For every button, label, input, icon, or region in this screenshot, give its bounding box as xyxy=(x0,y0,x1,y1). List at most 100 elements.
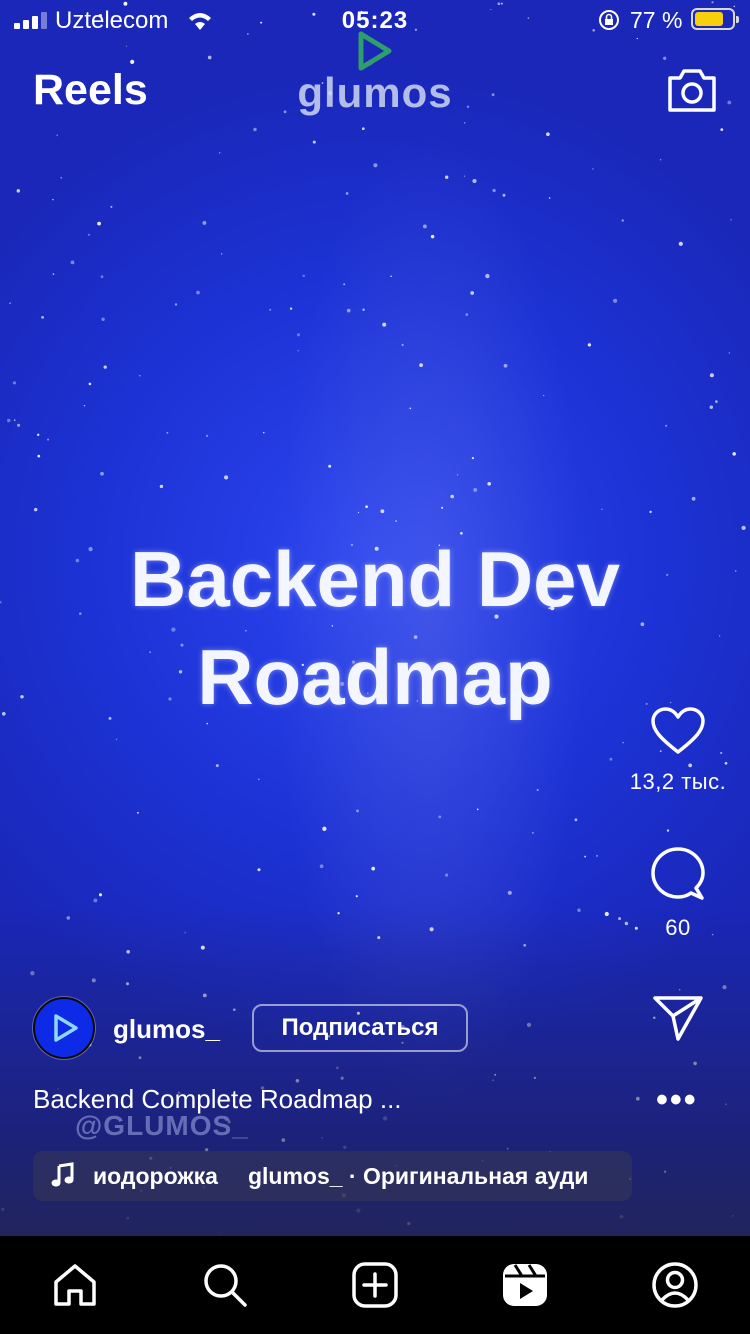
audio-track-left: иодорожка xyxy=(93,1163,218,1189)
star xyxy=(709,405,714,409)
star xyxy=(722,985,727,990)
search-icon[interactable] xyxy=(200,1260,250,1310)
star xyxy=(732,452,736,456)
star xyxy=(438,815,442,819)
star xyxy=(693,1061,697,1066)
like-button[interactable]: 13,2 тыс. xyxy=(608,706,748,795)
star xyxy=(492,188,496,193)
username[interactable]: glumos_ xyxy=(113,1014,220,1045)
star xyxy=(166,431,169,434)
star xyxy=(619,1214,624,1219)
star xyxy=(395,520,397,522)
star xyxy=(88,382,92,386)
star xyxy=(502,193,506,197)
star xyxy=(621,219,624,222)
page-title: Reels xyxy=(33,66,148,114)
star xyxy=(678,241,683,246)
camera-icon[interactable] xyxy=(666,66,718,114)
star xyxy=(52,198,54,201)
more-icon[interactable]: ••• xyxy=(656,1083,698,1117)
star xyxy=(731,1214,734,1217)
star xyxy=(445,873,449,877)
headline-line-1: Backend Dev xyxy=(130,535,620,623)
star xyxy=(465,313,469,316)
star xyxy=(730,218,732,221)
star xyxy=(463,122,466,124)
star xyxy=(546,132,550,137)
star xyxy=(720,128,724,131)
star xyxy=(13,419,16,422)
star xyxy=(66,916,71,920)
star xyxy=(725,1103,728,1106)
star xyxy=(202,220,207,225)
star xyxy=(9,302,11,305)
star xyxy=(218,152,221,154)
share-icon xyxy=(653,996,703,1041)
star xyxy=(139,375,141,377)
star xyxy=(56,134,59,137)
star xyxy=(125,982,130,986)
home-icon[interactable] xyxy=(50,1260,100,1310)
star xyxy=(356,1208,361,1213)
star xyxy=(487,482,492,486)
share-button[interactable] xyxy=(608,994,748,1047)
star xyxy=(543,394,545,397)
star xyxy=(269,308,272,311)
star xyxy=(362,308,365,312)
status-bar: Uztelecom 05:23 77 % xyxy=(0,0,750,40)
star xyxy=(663,1170,667,1173)
star xyxy=(253,127,257,132)
star xyxy=(659,158,662,161)
follow-button[interactable]: Подписаться xyxy=(252,1004,468,1052)
star xyxy=(138,1056,142,1060)
star xyxy=(577,908,581,912)
star xyxy=(37,433,40,436)
star xyxy=(340,1076,344,1080)
star xyxy=(503,363,508,368)
star xyxy=(281,1138,286,1142)
star xyxy=(159,484,164,489)
star xyxy=(346,308,351,313)
star xyxy=(494,1073,497,1076)
create-icon[interactable] xyxy=(350,1260,400,1310)
star xyxy=(536,788,539,792)
audio-track-right: glumos_ · Оригинальная ауди xyxy=(247,1163,589,1189)
star xyxy=(456,474,459,476)
star xyxy=(110,205,113,208)
star xyxy=(322,826,327,831)
star xyxy=(548,197,551,199)
star xyxy=(377,936,381,940)
star xyxy=(319,864,324,869)
star xyxy=(382,1116,388,1121)
star xyxy=(470,291,475,295)
avatar-play-icon xyxy=(54,1014,78,1042)
star xyxy=(472,178,477,184)
star xyxy=(450,494,455,499)
profile-icon[interactable] xyxy=(650,1260,700,1310)
star xyxy=(365,505,368,509)
star xyxy=(6,418,11,423)
comment-button[interactable]: 60 xyxy=(608,846,748,941)
star xyxy=(665,424,668,427)
star xyxy=(390,275,392,278)
star xyxy=(691,496,696,501)
star xyxy=(343,283,346,286)
star xyxy=(258,778,260,780)
star xyxy=(103,365,107,369)
avatar[interactable] xyxy=(33,997,95,1059)
star xyxy=(601,508,603,511)
star xyxy=(430,234,435,239)
reels-icon[interactable] xyxy=(500,1260,550,1310)
star xyxy=(87,233,90,236)
star xyxy=(312,140,316,144)
caption[interactable]: Backend Complete Roadmap ... xyxy=(33,1084,402,1115)
star xyxy=(526,1022,532,1028)
star xyxy=(382,322,387,327)
star xyxy=(361,127,365,131)
star xyxy=(429,927,434,932)
audio-track-text: иодорожка glumos_ · Оригинальная ауди xyxy=(93,1163,618,1190)
star xyxy=(202,993,207,998)
star xyxy=(422,224,427,229)
audio-track-bar[interactable]: иодорожка glumos_ · Оригинальная ауди xyxy=(33,1151,632,1201)
star xyxy=(596,855,598,857)
